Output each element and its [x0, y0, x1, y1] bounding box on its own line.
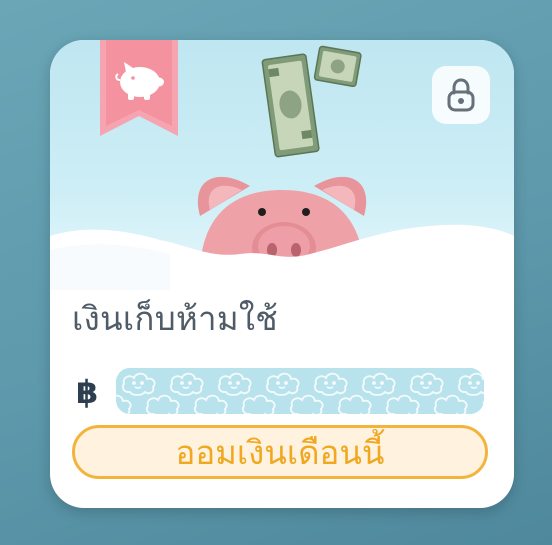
hero-illustration	[50, 40, 514, 290]
lock-button[interactable]	[432, 66, 490, 124]
cloud-pattern-mask	[116, 368, 484, 414]
save-this-month-button[interactable]: ออมเงินเดือนนี้	[72, 425, 488, 479]
ribbon-badge	[100, 40, 178, 136]
currency-symbol: ฿	[76, 373, 99, 411]
card-title: เงินเก็บห้ามใช้	[72, 299, 279, 338]
banknote-image	[261, 53, 320, 158]
padlock-icon	[447, 78, 475, 112]
masked-amount[interactable]	[116, 368, 484, 414]
savings-card[interactable]: เงินเก็บห้ามใช้ ฿ ออมเงินเดือนนี้	[50, 40, 514, 508]
banknote-image	[313, 45, 362, 88]
